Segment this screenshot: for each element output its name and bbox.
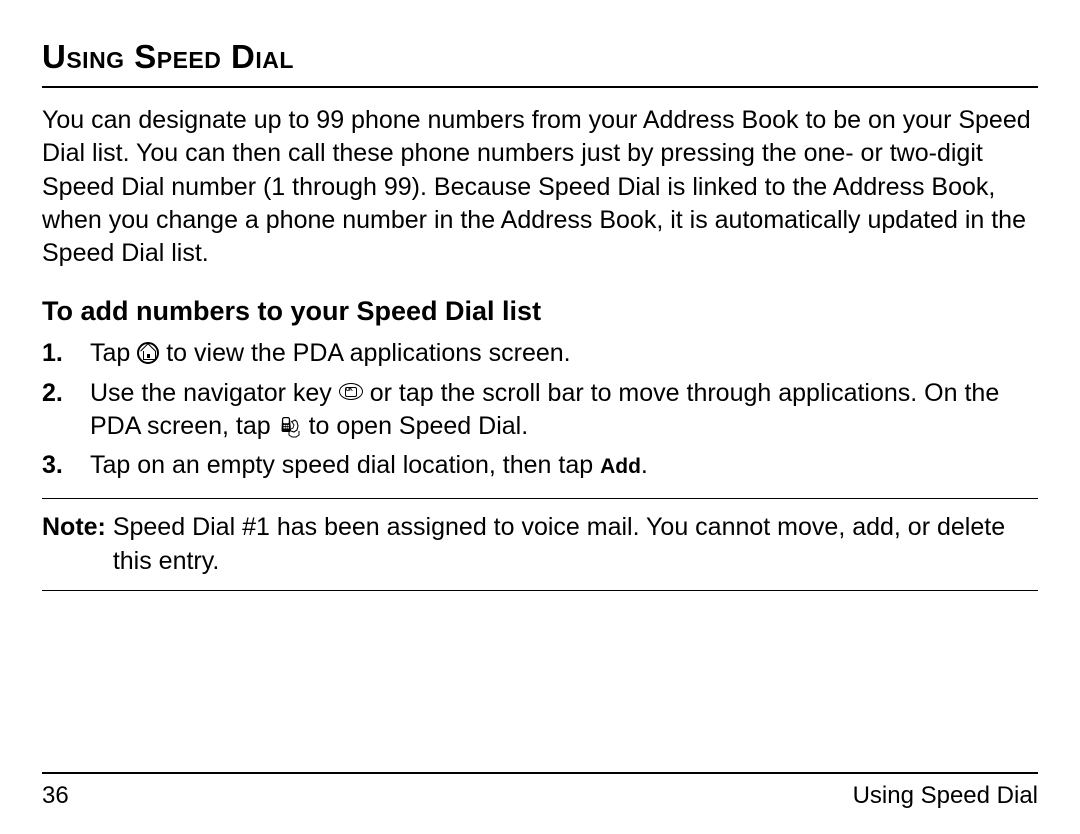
step-number: 3. — [42, 449, 90, 482]
step-text: Tap — [90, 339, 137, 367]
step-2: 2. Use the navigator key or tap the scro… — [42, 377, 1038, 444]
subheading: To add numbers to your Speed Dial list — [42, 296, 1038, 327]
note-body: Speed Dial #1 has been assigned to voice… — [113, 511, 1038, 578]
step-text: Use the navigator key — [90, 379, 339, 407]
step-number: 1. — [42, 337, 90, 370]
navigator-key-icon — [339, 383, 363, 400]
page-title: Using Speed Dial — [42, 38, 1038, 88]
step-text: . — [641, 451, 648, 479]
step-text: to view the PDA applications screen. — [166, 339, 570, 367]
page-number: 36 — [42, 782, 69, 810]
home-icon — [137, 342, 159, 364]
step-1: 1. Tap to view the PDA applications scre… — [42, 337, 1038, 370]
step-3: 3. Tap on an empty speed dial location, … — [42, 449, 1038, 482]
step-body: Use the navigator key or tap the scroll … — [90, 377, 1038, 444]
step-number: 2. — [42, 377, 90, 444]
add-button-label: Add — [600, 455, 641, 478]
step-body: Tap to view the PDA applications screen. — [90, 337, 1038, 370]
note-block: Note: Speed Dial #1 has been assigned to… — [42, 498, 1038, 591]
speed-dial-app-icon — [278, 414, 302, 436]
step-text: Tap on an empty speed dial location, the… — [90, 451, 600, 479]
step-text: to open Speed Dial. — [309, 412, 529, 440]
step-body: Tap on an empty speed dial location, the… — [90, 449, 1038, 482]
footer-section: Using Speed Dial — [853, 782, 1038, 810]
page-footer: 36 Using Speed Dial — [42, 772, 1038, 810]
intro-paragraph: You can designate up to 99 phone numbers… — [42, 104, 1038, 270]
steps-list: 1. Tap to view the PDA applications scre… — [42, 337, 1038, 482]
note-label: Note: — [42, 511, 113, 578]
